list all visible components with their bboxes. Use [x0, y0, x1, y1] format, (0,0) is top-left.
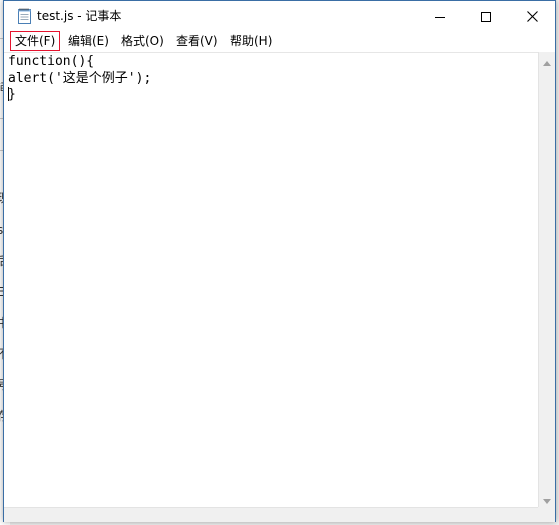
- editor-line: function(){: [8, 54, 95, 69]
- resize-grip[interactable]: [538, 507, 555, 522]
- editor-line: alert('这是个例子');: [8, 71, 152, 86]
- notepad-window: test.js - 记事本 文件(F) 编辑(E) 格式(O) 查看(V) 帮助…: [3, 0, 556, 522]
- chevron-down-icon: [543, 489, 551, 508]
- scroll-up-arrow[interactable]: [539, 52, 555, 69]
- close-button[interactable]: [509, 1, 555, 31]
- text-editor[interactable]: function(){ alert('这是个例子'); }: [4, 52, 538, 508]
- scroll-down-arrow[interactable]: [539, 490, 555, 507]
- close-icon: [526, 7, 538, 26]
- chevron-up-icon: [543, 51, 551, 70]
- menu-bar: 文件(F) 编辑(E) 格式(O) 查看(V) 帮助(H): [4, 31, 555, 51]
- window-title: test.js - 记事本: [37, 9, 122, 23]
- maximize-icon: [481, 7, 491, 26]
- horizontal-scrollbar[interactable]: [4, 507, 538, 522]
- title-bar[interactable]: test.js - 记事本: [4, 1, 555, 31]
- menu-format[interactable]: 格式(O): [117, 31, 168, 51]
- menu-edit[interactable]: 编辑(E): [64, 31, 113, 51]
- menu-help[interactable]: 帮助(H): [226, 31, 276, 51]
- minimize-icon: [435, 7, 445, 26]
- maximize-button[interactable]: [463, 1, 509, 31]
- vertical-scrollbar[interactable]: [538, 52, 555, 507]
- editor-line: }: [8, 87, 16, 102]
- menu-view[interactable]: 查看(V): [172, 31, 222, 51]
- minimize-button[interactable]: [417, 1, 463, 31]
- text-caret: [8, 87, 9, 101]
- menu-file[interactable]: 文件(F): [10, 31, 61, 51]
- notepad-icon: [18, 8, 31, 24]
